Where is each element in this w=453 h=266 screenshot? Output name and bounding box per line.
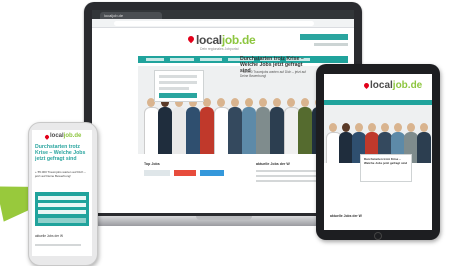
job-search-form — [154, 70, 204, 102]
nav-item[interactable] — [170, 58, 194, 61]
logo-text: local — [50, 133, 64, 139]
person-figure — [172, 98, 186, 154]
radius-select[interactable] — [38, 210, 86, 214]
search-button[interactable] — [38, 218, 86, 223]
location-pin-icon — [362, 81, 371, 90]
employer-logo[interactable] — [200, 170, 224, 176]
site-logo[interactable]: localjob.de — [196, 33, 256, 47]
person-figure — [200, 98, 214, 154]
laptop-trackpad-notch — [196, 216, 252, 220]
person-figure — [270, 98, 284, 154]
logo-accent-text: job.de — [392, 80, 423, 91]
job-listing-line[interactable] — [256, 175, 316, 177]
location-pin-icon — [44, 134, 50, 140]
employer-button[interactable] — [300, 34, 348, 40]
site-tagline: Dein regionales Jobportal — [200, 47, 239, 51]
phone-search-form — [35, 192, 89, 226]
phone-headline: Durchstarten trotz Krise – Welche Jobs j… — [35, 144, 86, 162]
tablet-site-logo[interactable]: localjob.de — [370, 80, 422, 91]
employer-logo[interactable] — [174, 170, 196, 176]
person-figure — [158, 98, 172, 154]
person-figure — [144, 98, 160, 154]
phone-site-logo[interactable]: localjob.de — [50, 133, 81, 139]
phone-section-title: aktuelle Jobs der W — [35, 234, 63, 238]
logo-text: local — [196, 33, 222, 47]
nav-item[interactable] — [200, 58, 222, 61]
section-title-top-jobs: Top Jobs — [144, 162, 160, 166]
person-figure — [284, 98, 300, 154]
radius-select[interactable] — [159, 87, 189, 90]
person-figure — [214, 98, 230, 154]
job-listing-line[interactable] — [35, 244, 81, 246]
person-figure — [242, 98, 256, 154]
job-listing-line[interactable] — [256, 180, 322, 182]
phone-screen: localjob.de Durchstarten trotz Krise – W… — [32, 130, 92, 256]
person-figure — [339, 123, 353, 163]
nav-item[interactable] — [146, 58, 164, 61]
person-figure — [256, 98, 270, 154]
section-title-current-jobs: aktuelle Jobs der W — [256, 162, 290, 166]
search-button[interactable] — [159, 93, 197, 98]
browser-tab-bar: localjob.de — [92, 10, 354, 19]
laptop-screen: localjob.de localjob.de Dein regionales … — [92, 10, 354, 213]
tablet-home-button[interactable] — [374, 232, 382, 240]
person-figure — [417, 123, 431, 163]
browser-tab[interactable]: localjob.de — [100, 12, 162, 19]
logo-accent-text: job.de — [63, 133, 82, 139]
logo-accent-text: job.de — [221, 33, 256, 47]
tablet-hero-headline: Durchstarten trotz Krise – Welche Jobs j… — [364, 157, 408, 165]
person-figure — [228, 98, 242, 154]
logo-text: local — [370, 80, 393, 91]
login-link[interactable] — [314, 43, 348, 46]
browser-address-bar — [92, 19, 354, 28]
employer-logo[interactable] — [144, 170, 170, 176]
phone-subtext: + 55.000 Traumjobs warten auf Dich – jet… — [35, 170, 86, 178]
url-input[interactable] — [114, 20, 314, 26]
tablet-screen: localjob.de Durchstarten trotz Krise – W… — [324, 74, 432, 230]
person-figure — [326, 123, 342, 163]
location-input[interactable] — [38, 203, 86, 207]
location-input[interactable] — [159, 81, 197, 84]
job-title-input[interactable] — [159, 75, 197, 78]
person-figure — [186, 98, 200, 154]
job-title-input[interactable] — [38, 196, 86, 200]
person-figure — [298, 98, 312, 154]
tablet-section-title: aktuelle Jobs der W — [330, 214, 362, 218]
hero-subtext: + 55.000 Traumjobs warten auf Dich – jet… — [240, 70, 306, 78]
location-pin-icon — [186, 34, 196, 44]
